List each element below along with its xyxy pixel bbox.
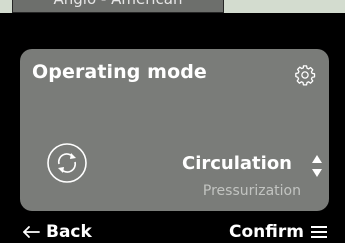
mode-selected[interactable]: Circulation (182, 153, 292, 174)
operating-mode-card: Operating mode Circulation Pressurizatio… (20, 49, 329, 211)
top-tab-label: Anglo - American (54, 0, 183, 8)
card-title: Operating mode (32, 61, 207, 83)
back-arrow-icon (23, 226, 40, 238)
mode-next: Pressurization (202, 183, 301, 199)
back-button[interactable]: Back (22, 222, 92, 242)
up-down-arrows-icon[interactable] (311, 153, 323, 179)
back-label: Back (46, 222, 92, 242)
gear-icon[interactable] (294, 64, 316, 86)
cycle-icon (47, 143, 87, 183)
menu-icon (311, 226, 327, 238)
confirm-button[interactable]: Confirm (229, 222, 327, 242)
confirm-label: Confirm (229, 222, 304, 242)
top-tab: Anglo - American (12, 0, 224, 13)
